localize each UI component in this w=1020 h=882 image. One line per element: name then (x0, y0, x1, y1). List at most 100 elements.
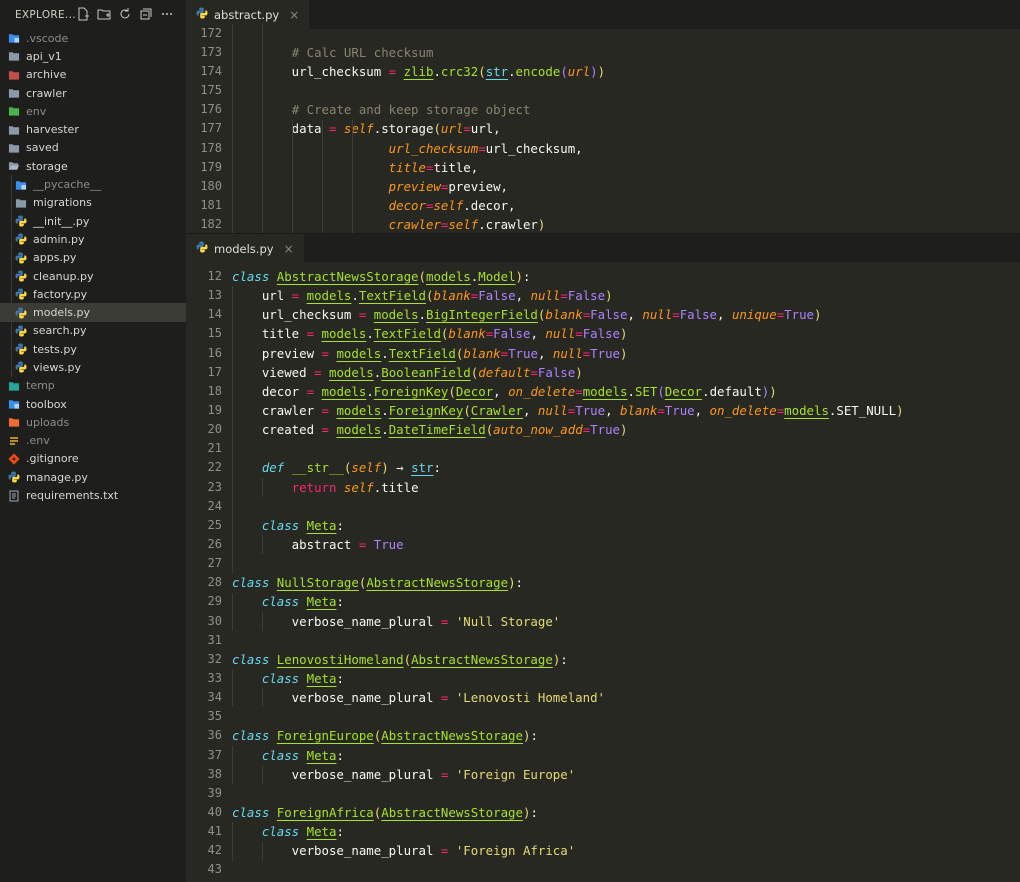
tab-models-py[interactable]: models.py × (186, 234, 304, 263)
tree-item-search-py[interactable]: search.py (0, 321, 186, 341)
code-token: ForeignEurope (276, 728, 374, 744)
tree-item-apps-py[interactable]: apps.py (0, 248, 186, 267)
indent-guide (11, 175, 12, 194)
tree-item-crawler[interactable]: crawler (0, 84, 186, 102)
tree-item-manage-py[interactable]: manage.py (0, 468, 186, 486)
tree-item-storage[interactable]: storage (0, 157, 186, 175)
tree-item-archive[interactable]: archive (0, 66, 186, 84)
tree-item-admin-py[interactable]: admin.py (0, 230, 186, 249)
line-number: 43 (207, 862, 222, 877)
code-line: 27 (186, 554, 1020, 573)
line-number: 19 (207, 402, 222, 417)
indent-guide (232, 822, 233, 861)
tree-item-tests-py[interactable]: tests.py (0, 340, 186, 359)
tree-item-label: apps.py (33, 251, 77, 265)
tree-item-api-v1[interactable]: api_v1 (0, 47, 186, 65)
code-token: Meta (306, 747, 337, 763)
code-line: 34 verbose_name_plural = 'Lenovosti Home… (186, 688, 1020, 707)
tree-item-toolbox[interactable]: toolbox (0, 395, 186, 413)
close-tab-icon[interactable]: × (284, 242, 294, 256)
code-token: .title (373, 479, 419, 495)
code-token: ) (575, 364, 583, 380)
tree-item-migrations[interactable]: migrations (0, 193, 186, 212)
code-token: TextField (373, 326, 441, 342)
line-number: 182 (200, 216, 222, 231)
line-number: 172 (200, 26, 222, 40)
close-tab-icon[interactable]: × (289, 8, 299, 22)
code-token: = (500, 345, 509, 361)
tree-item-views-py[interactable]: views.py (0, 358, 186, 377)
tab-bar: models.py × (186, 234, 1020, 263)
code-token: . (366, 326, 374, 342)
tree-item-factory-py[interactable]: factory.py (0, 285, 186, 304)
tree-item-label: __init__.py (33, 214, 90, 228)
code-token: .decor, (463, 197, 516, 213)
code-token: DateTimeField (388, 422, 486, 438)
code-text: url_checksum = models.BigIntegerField(bl… (232, 305, 822, 324)
code-text: verbose_name_plural = 'Foreign Africa' (232, 841, 576, 860)
tree-item-saved[interactable]: saved (0, 139, 186, 157)
tree-item-cleanup-py[interactable]: cleanup.py (0, 266, 186, 286)
tree-item-models-py[interactable]: models.py (0, 303, 186, 322)
indent-guide (261, 841, 263, 861)
code-token: .default (702, 383, 762, 399)
code-token: SET (634, 383, 658, 399)
line-number: 29 (207, 594, 222, 609)
tree-item-gitignore[interactable]: .gitignore (0, 450, 186, 468)
code-line: 39 (186, 784, 1020, 803)
code-token: TextField (358, 288, 426, 304)
code-token: = (321, 402, 329, 418)
python-file-icon (15, 307, 27, 319)
code-token: url (567, 64, 591, 80)
line-number: 16 (207, 345, 222, 360)
tree-item-init-py[interactable]: __init__.py (0, 211, 186, 231)
code-token: .storage (373, 121, 434, 137)
code-text: crawler=self.crawler) (232, 215, 546, 234)
code-area[interactable]: 12 class AbstractNewsStorage(models.Model… (186, 267, 1020, 880)
tree-item-label: harvester (26, 123, 79, 137)
tree-item-env[interactable]: .env (0, 432, 186, 450)
line-number: 40 (207, 804, 222, 819)
tree-item-pycache[interactable]: __pycache__ (0, 175, 186, 194)
tree-item-label: temp (26, 379, 55, 393)
code-token: ( (403, 651, 412, 667)
collapse-all-icon[interactable] (139, 7, 153, 21)
code-token: 'Foreign Europe' (455, 766, 576, 782)
code-text: class Meta: (232, 669, 344, 688)
tree-item-temp[interactable]: temp (0, 377, 186, 395)
code-token: 'Foreign Africa' (455, 843, 576, 859)
tree-item-vscode[interactable]: .vscode (0, 29, 186, 47)
code-token: null (552, 345, 583, 361)
code-text: preview=preview, (232, 177, 508, 196)
more-actions-icon[interactable] (160, 7, 174, 21)
line-number: 173 (200, 45, 222, 60)
new-folder-icon[interactable] (97, 7, 111, 21)
tree-item-uploads[interactable]: uploads (0, 413, 186, 431)
tree-item-harvester[interactable]: harvester (0, 120, 186, 138)
tree-item-requirements-txt[interactable]: requirements.txt (0, 486, 186, 504)
code-token: url_checksum (388, 140, 479, 156)
indent-guide (351, 119, 353, 235)
code-area[interactable]: 172 173 # Calc URL checksum 174 url_checks… (186, 24, 1020, 235)
code-token: crc32 (440, 64, 479, 80)
code-token: = (463, 121, 471, 137)
new-file-icon[interactable] (76, 7, 90, 21)
tree-item-label: api_v1 (26, 49, 62, 63)
refresh-icon[interactable] (118, 7, 132, 21)
code-token: unique (731, 307, 777, 323)
code-token: __str__ (291, 460, 344, 476)
code-text: abstract = True (232, 535, 404, 554)
code-text: class AbstractNewsStorage(models.Model): (232, 267, 530, 286)
python-file-icon (15, 325, 27, 337)
tree-item-env[interactable]: env (0, 102, 186, 120)
line-number: 175 (200, 83, 222, 98)
code-token: ( (560, 64, 568, 80)
